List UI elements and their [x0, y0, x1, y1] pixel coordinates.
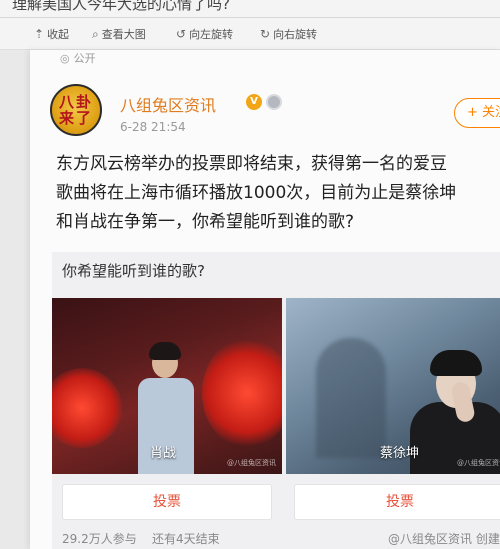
collapse-label: 收起 — [47, 28, 70, 41]
post-time: 6-28 21:54 — [120, 120, 186, 134]
person-hair — [430, 350, 482, 376]
collapse-button[interactable]: ⇡ 收起 — [34, 26, 69, 42]
view-large-label: 查看大图 — [101, 28, 146, 41]
rotate-left-button[interactable]: ↺ 向左旋转 — [176, 26, 233, 42]
poll-option-image-left[interactable]: 肖战 @八组兔区资讯 — [52, 298, 282, 474]
medal-icon — [266, 94, 282, 110]
visibility-tag: ◎ 公开 — [60, 50, 96, 66]
poll-option-image-right[interactable]: 蔡徐坤 @八组兔区资讯 — [286, 298, 500, 474]
option-name: 肖战 — [150, 446, 177, 461]
globe-icon: ◎ — [60, 51, 70, 65]
poll-question: 你希望能听到谁的歌? — [62, 262, 205, 280]
view-large-button[interactable]: ⌕ 查看大图 — [92, 26, 146, 42]
stage-light — [202, 338, 282, 448]
shadow-figure — [316, 338, 386, 458]
poll-stats: 29.2万人参与 还有4天结束 — [62, 530, 220, 547]
avatar[interactable]: 八卦 来了 — [50, 84, 102, 136]
poll-card: 你希望能听到谁的歌? 肖战 @八组兔区资讯 蔡徐坤 @八组兔区资讯 投票 投票 … — [52, 252, 500, 549]
rotate-right-label: 向右旋转 — [273, 28, 318, 41]
zoom-icon: ⌕ — [92, 26, 99, 41]
option-name: 蔡徐坤 — [380, 446, 420, 461]
avatar-logo-text-bottom: 来了 — [58, 109, 93, 127]
stage-light — [52, 368, 122, 448]
image-watermark: @八组兔区资讯 — [457, 459, 500, 467]
vote-button-left[interactable]: 投票 — [62, 484, 272, 520]
rotate-right-icon: ↻ — [260, 27, 271, 41]
visibility-label: 公开 — [73, 52, 96, 65]
rotate-right-button[interactable]: ↻ 向右旋转 — [260, 26, 317, 42]
verified-badge-icon: V — [246, 94, 262, 110]
image-watermark: @八组兔区资讯 — [227, 459, 276, 467]
collapse-icon: ⇡ — [34, 27, 45, 41]
rotate-left-icon: ↺ — [176, 27, 187, 41]
author-name[interactable]: 八组兔区资讯 — [120, 92, 216, 116]
vote-button-right[interactable]: 投票 — [294, 484, 500, 520]
poll-source[interactable]: @八组兔区资讯 创建 — [388, 530, 500, 547]
rotate-left-label: 向左旋转 — [189, 28, 234, 41]
image-viewer-toolbar: ⇡ 收起 ⌕ 查看大图 ↺ 向左旋转 ↻ 向右旋转 — [0, 18, 500, 50]
post-body-line: 东方风云榜举办的投票即将结束，获得第一名的爱豆 — [56, 154, 447, 174]
top-caption-text: 理解美国人今年大选的心情了吗? — [12, 0, 230, 13]
top-caption-bar: 理解美国人今年大选的心情了吗? — [0, 0, 500, 18]
person-hair — [149, 342, 181, 360]
post-body: 东方风云榜举办的投票即将结束，获得第一名的爱豆 歌曲将在上海市循环播放1000次… — [56, 150, 500, 237]
author-badges: V — [246, 94, 282, 110]
post-body-line: 和肖战在争第一，你希望能听到谁的歌? — [56, 212, 355, 232]
follow-button[interactable]: + 关注 — [454, 98, 500, 128]
post-body-line: 歌曲将在上海市循环播放1000次，目前为止是蔡徐坤 — [56, 183, 457, 203]
poll-participants: 29.2万人参与 — [62, 532, 137, 546]
screenshot-photo: ◎ 公开 八卦 来了 八组兔区资讯 V 6-28 21:54 + 关注 东方风云… — [30, 50, 500, 549]
poll-remaining: 还有4天结束 — [152, 532, 220, 546]
avatar-logo-text-top: 八卦 — [58, 93, 93, 111]
